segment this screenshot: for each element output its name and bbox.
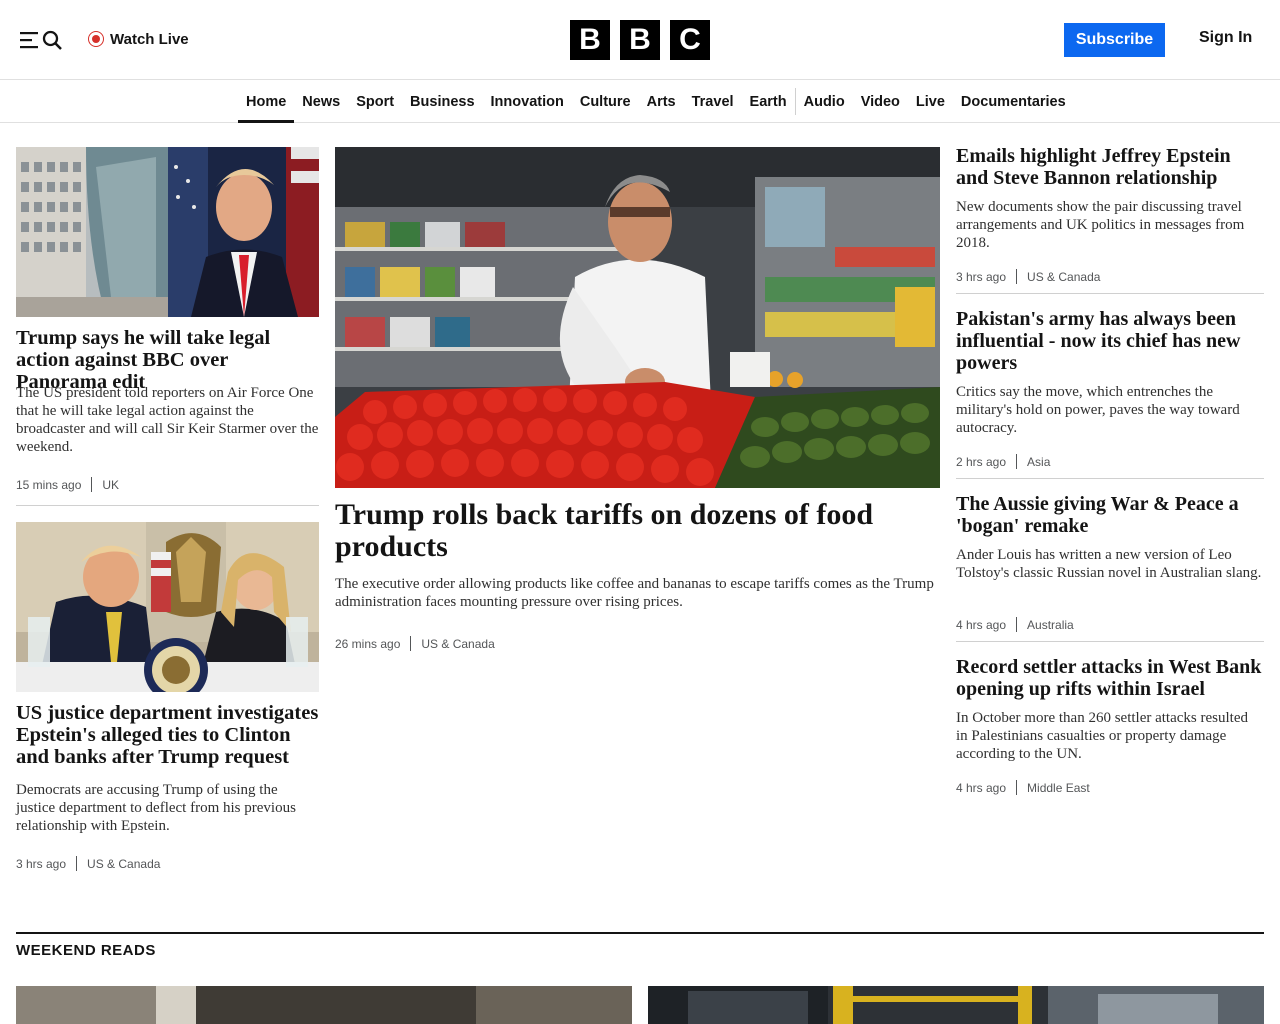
menu-icon (20, 32, 38, 49)
section-title: WEEKEND READS (16, 942, 156, 959)
watch-live-link[interactable]: Watch Live (88, 28, 189, 50)
weekend-read-image-1[interactable] (16, 986, 632, 1024)
story-meta: 2 hrs ago Asia (956, 454, 1050, 469)
nav-item-innovation[interactable]: Innovation (483, 81, 572, 122)
subscribe-button[interactable]: Subscribe (1064, 23, 1165, 57)
story-headline[interactable]: Record settler attacks in West Bank open… (956, 656, 1266, 700)
nav-item-audio[interactable]: Audio (796, 81, 853, 122)
meta-separator (91, 477, 93, 492)
story-summary: New documents show the pair discussing t… (956, 199, 1245, 251)
main-story-image-grocery[interactable] (335, 147, 940, 488)
story-meta: 4 hrs ago Middle East (956, 780, 1090, 795)
story-tag[interactable]: US & Canada (421, 637, 494, 651)
sign-in-button[interactable]: Sign In (1199, 29, 1252, 47)
story-divider (956, 478, 1264, 479)
story-time: 2 hrs ago (956, 454, 1007, 469)
meta-separator (410, 636, 412, 651)
story-meta: 15 mins ago UK (16, 477, 119, 492)
story-headline[interactable]: Emails highlight Jeffrey Epstein and Ste… (956, 145, 1266, 189)
story-tag[interactable]: UK (102, 478, 119, 492)
watch-live-label: Watch Live (110, 30, 189, 48)
logo-block-3: C (670, 20, 710, 60)
live-icon (88, 31, 104, 47)
logo-block-2: B (620, 20, 660, 60)
story-image-bbc-trump[interactable] (16, 147, 319, 317)
nav-item-video[interactable]: Video (853, 81, 908, 122)
nav-item-news[interactable]: News (294, 81, 348, 122)
story-summary: The US president told reporters on Air F… (16, 385, 319, 455)
story-time: 26 mins ago (335, 636, 401, 651)
story-summary: In October more than 260 settler attacks… (956, 710, 1248, 762)
story-image-trump-bondi[interactable] (16, 522, 319, 692)
nav-item-live[interactable]: Live (908, 81, 953, 122)
nav-item-earth[interactable]: Earth (742, 81, 795, 122)
nav-item-business[interactable]: Business (402, 81, 482, 122)
nav-items: Home News Sport Business Innovation Cult… (238, 81, 1074, 123)
section-divider (16, 932, 1264, 934)
story-meta: 4 hrs ago Australia (956, 617, 1074, 632)
story-divider (956, 641, 1264, 642)
story-tag[interactable]: Australia (1027, 618, 1074, 632)
story-summary: Democrats are accusing Trump of using th… (16, 782, 296, 834)
meta-separator (76, 856, 78, 871)
story-tag[interactable]: US & Canada (87, 857, 160, 871)
nav-item-documentaries[interactable]: Documentaries (953, 81, 1074, 122)
main-story-meta: 26 mins ago US & Canada (335, 636, 495, 651)
menu-search-button[interactable] (20, 28, 62, 52)
main-story-headline[interactable]: Trump rolls back tariffs on dozens of fo… (335, 499, 935, 563)
story-summary: Ander Louis has written a new version of… (956, 547, 1262, 581)
search-icon (42, 30, 62, 50)
meta-separator (1016, 617, 1018, 632)
story-time: 3 hrs ago (16, 856, 67, 871)
meta-separator (1016, 780, 1018, 795)
story-tag[interactable]: Middle East (1027, 781, 1090, 795)
story-headline[interactable]: The Aussie giving War & Peace a 'bogan' … (956, 493, 1266, 537)
meta-separator (1016, 269, 1018, 284)
logo-block-1: B (570, 20, 610, 60)
nav-item-culture[interactable]: Culture (572, 81, 639, 122)
story-meta: 3 hrs ago US & Canada (16, 856, 160, 871)
story-headline[interactable]: US justice department investigates Epste… (16, 702, 321, 768)
nav-item-sport[interactable]: Sport (348, 81, 402, 122)
nav-item-home[interactable]: Home (238, 81, 295, 123)
story-tag[interactable]: Asia (1027, 455, 1050, 469)
nav-item-arts[interactable]: Arts (639, 81, 684, 122)
story-summary: Critics say the move, which entrenches t… (956, 384, 1240, 436)
meta-separator (1016, 454, 1018, 469)
main-nav: Home News Sport Business Innovation Cult… (0, 81, 1280, 123)
story-meta: 3 hrs ago US & Canada (956, 269, 1100, 284)
bbc-logo[interactable]: B B C (570, 20, 710, 60)
weekend-read-image-2[interactable] (648, 986, 1264, 1024)
story-time: 4 hrs ago (956, 617, 1007, 632)
story-time: 4 hrs ago (956, 780, 1007, 795)
site-header: Watch Live B B C Subscribe Sign In (0, 0, 1280, 80)
story-tag[interactable]: US & Canada (1027, 270, 1100, 284)
story-headline[interactable]: Pakistan's army has always been influent… (956, 308, 1266, 374)
nav-item-travel[interactable]: Travel (684, 81, 742, 122)
story-divider (16, 505, 319, 506)
story-time: 3 hrs ago (956, 269, 1007, 284)
story-divider (956, 293, 1264, 294)
main-story-summary: The executive order allowing products li… (335, 576, 934, 610)
story-time: 15 mins ago (16, 477, 82, 492)
